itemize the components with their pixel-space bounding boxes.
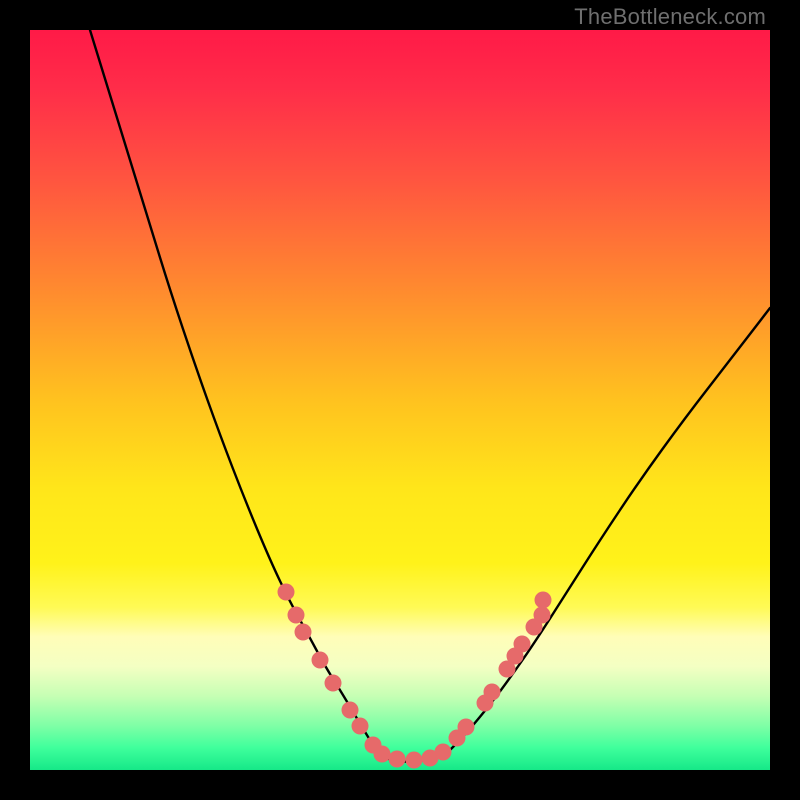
marker-dot	[342, 702, 359, 719]
marker-dots	[278, 584, 552, 769]
curve-layer	[30, 30, 770, 770]
watermark-text: TheBottleneck.com	[574, 4, 766, 30]
marker-dot	[288, 607, 305, 624]
marker-dot	[406, 752, 423, 769]
plot-area	[30, 30, 770, 770]
curve-left	[90, 30, 378, 754]
marker-dot	[312, 652, 329, 669]
marker-dot	[435, 744, 452, 761]
marker-dot	[535, 592, 552, 609]
marker-dot	[484, 684, 501, 701]
marker-dot	[389, 751, 406, 768]
marker-dot	[295, 624, 312, 641]
marker-dot	[278, 584, 295, 601]
marker-dot	[458, 719, 475, 736]
marker-dot	[514, 636, 531, 653]
marker-dot	[352, 718, 369, 735]
marker-dot	[534, 607, 551, 624]
chart-frame: TheBottleneck.com	[0, 0, 800, 800]
marker-dot	[374, 746, 391, 763]
marker-dot	[325, 675, 342, 692]
